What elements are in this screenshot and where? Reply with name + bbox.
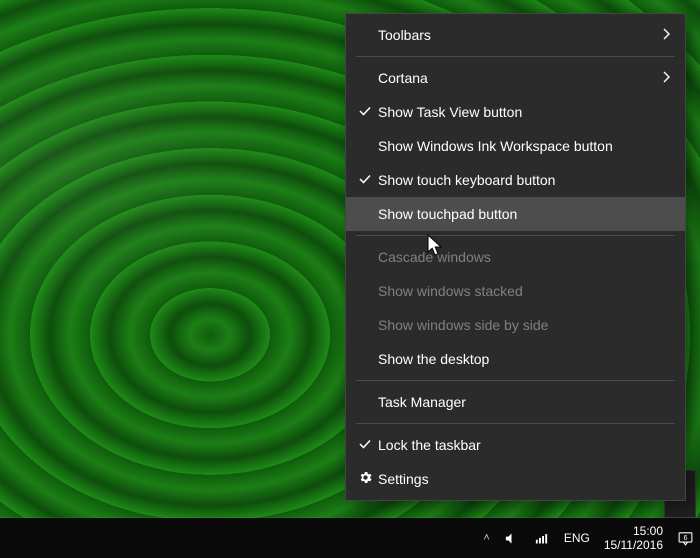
svg-text:6: 6 xyxy=(684,533,688,541)
menu-label: Toolbars xyxy=(378,27,663,43)
menu-label: Show Task View button xyxy=(378,104,671,120)
menu-label: Show the desktop xyxy=(378,351,671,367)
tray-overflow-chevron-icon[interactable]: ˄ xyxy=(483,532,489,544)
menu-item-show-task-view[interactable]: Show Task View button xyxy=(346,95,685,129)
menu-item-cascade-windows: Cascade windows xyxy=(346,240,685,274)
gear-icon xyxy=(352,470,378,488)
menu-item-lock-taskbar[interactable]: Lock the taskbar xyxy=(346,428,685,462)
menu-label: Show touch keyboard button xyxy=(378,172,671,188)
check-icon xyxy=(352,172,378,189)
menu-item-settings[interactable]: Settings xyxy=(346,462,685,496)
menu-label: Cortana xyxy=(378,70,663,86)
volume-icon[interactable] xyxy=(504,530,520,546)
menu-item-windows-stacked: Show windows stacked xyxy=(346,274,685,308)
clock[interactable]: 15:00 15/11/2016 xyxy=(604,524,663,552)
menu-separator xyxy=(356,423,675,424)
menu-label: Show touchpad button xyxy=(378,206,671,222)
menu-item-task-manager[interactable]: Task Manager xyxy=(346,385,685,419)
taskbar-context-menu: Toolbars Cortana Show Task View button S… xyxy=(345,13,686,501)
menu-separator xyxy=(356,235,675,236)
menu-separator xyxy=(356,380,675,381)
action-center-icon[interactable]: 6 xyxy=(677,530,694,547)
chevron-right-icon xyxy=(663,27,671,43)
menu-label: Show windows stacked xyxy=(378,283,671,299)
menu-item-show-touchpad[interactable]: Show touchpad button xyxy=(346,197,685,231)
clock-date: 15/11/2016 xyxy=(604,538,663,552)
menu-separator xyxy=(356,56,675,57)
check-icon xyxy=(352,437,378,454)
menu-label: Cascade windows xyxy=(378,249,671,265)
menu-item-show-desktop[interactable]: Show the desktop xyxy=(346,342,685,376)
menu-item-windows-side-by-side: Show windows side by side xyxy=(346,308,685,342)
menu-label: Task Manager xyxy=(378,394,671,410)
taskbar[interactable]: ˄ ENG 15:00 15/11/2016 6 xyxy=(0,518,700,558)
clock-time: 15:00 xyxy=(633,524,663,538)
menu-item-cortana[interactable]: Cortana xyxy=(346,61,685,95)
language-indicator[interactable]: ENG xyxy=(564,531,590,545)
menu-label: Lock the taskbar xyxy=(378,437,671,453)
chevron-right-icon xyxy=(663,70,671,86)
menu-label: Show Windows Ink Workspace button xyxy=(378,138,671,154)
check-icon xyxy=(352,104,378,121)
menu-label: Show windows side by side xyxy=(378,317,671,333)
menu-label: Settings xyxy=(378,471,671,487)
menu-item-show-ink-workspace[interactable]: Show Windows Ink Workspace button xyxy=(346,129,685,163)
menu-item-toolbars[interactable]: Toolbars xyxy=(346,18,685,52)
network-icon[interactable] xyxy=(534,530,550,546)
menu-item-show-touch-keyboard[interactable]: Show touch keyboard button xyxy=(346,163,685,197)
system-tray: ˄ ENG 15:00 15/11/2016 6 xyxy=(473,524,700,552)
